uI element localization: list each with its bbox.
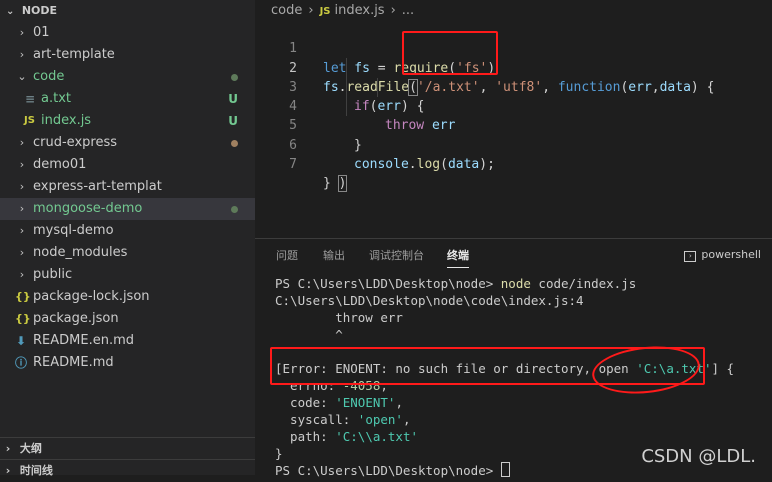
terminal-line: ^ <box>275 327 343 342</box>
timeline-label: 时间线 <box>19 464 53 477</box>
tree-item-code[interactable]: ⌄ code <box>0 66 255 88</box>
timeline-section-header[interactable]: › 时间线 <box>0 459 255 482</box>
terminal-line: path: 'C:\\a.txt' <box>275 429 419 444</box>
chevron-down-icon: ⌄ <box>17 70 27 83</box>
breadcrumb-separator: › <box>390 3 396 18</box>
tree-item-label: art-template <box>33 47 115 62</box>
breadcrumb-symbol[interactable]: ... <box>402 3 414 18</box>
tree-item-label: mysql-demo <box>33 223 114 238</box>
tab-output[interactable]: 输出 <box>323 247 345 263</box>
line-number: 7 <box>289 157 297 173</box>
chevron-right-icon: › <box>19 26 25 39</box>
chevron-down-icon: ⌄ <box>6 6 15 17</box>
code-line: 1 let fs = require('fs') <box>255 20 772 75</box>
text-file-icon: ≡ <box>25 92 36 106</box>
tree-item-label: node_modules <box>33 245 128 260</box>
chevron-right-icon: › <box>5 464 11 477</box>
outline-label: 大纲 <box>19 442 42 455</box>
modified-dot-icon <box>231 74 238 81</box>
json-file-icon: {} <box>15 290 31 303</box>
chevron-right-icon: › <box>19 136 25 149</box>
code-text: } ) <box>323 175 348 193</box>
json-file-icon: {} <box>15 312 31 325</box>
markdown-file-icon: ⬇ <box>16 334 27 348</box>
code-area[interactable]: 1 let fs = require('fs') 2 fs.readFile('… <box>255 20 772 193</box>
tree-item-label: index.js <box>41 113 92 128</box>
tree-item-demo01[interactable]: › demo01 <box>0 154 255 176</box>
tree-item-mysql-demo[interactable]: › mysql-demo <box>0 220 255 242</box>
tab-problems[interactable]: 问题 <box>276 247 298 263</box>
panel-tabs: 问题 输出 调试控制台 终端 › powershell <box>255 239 772 273</box>
code-line: 3 if(err) { <box>255 59 772 114</box>
tree-item-label: README.en.md <box>33 333 134 348</box>
git-untracked-badge: U <box>228 114 238 128</box>
git-untracked-badge: U <box>228 92 238 106</box>
tree-item-label: package.json <box>33 311 119 326</box>
terminal-line: code: 'ENOENT', <box>275 395 403 410</box>
chevron-right-icon: › <box>19 246 25 259</box>
explorer-sidebar: ⌄ NODE › 01 › art-template ⌄ code ≡ a.tx… <box>0 0 255 477</box>
chevron-right-icon: › <box>19 224 25 237</box>
explorer-header[interactable]: ⌄ NODE <box>0 0 255 22</box>
tab-debug-console[interactable]: 调试控制台 <box>369 247 424 263</box>
chevron-right-icon: › <box>19 202 25 215</box>
modified-dot-icon <box>231 140 238 147</box>
tree-item-label: README.md <box>33 355 114 370</box>
terminal-icon: › <box>684 251 697 262</box>
tree-item-label: a.txt <box>41 91 71 106</box>
bottom-panel: 问题 输出 调试控制台 终端 › powershell PS C:\Users\L… <box>255 238 772 478</box>
tree-item-label: demo01 <box>33 157 87 172</box>
tree-item-node-modules[interactable]: › node_modules <box>0 242 255 264</box>
tree-item-crud-express[interactable]: › crud-express <box>0 132 255 154</box>
info-file-icon: ⓘ <box>15 356 28 370</box>
terminal-line: syscall: 'open', <box>275 412 411 427</box>
tab-terminal[interactable]: 终端 <box>447 247 469 268</box>
tree-item-readme-md[interactable]: ⓘ README.md <box>0 352 255 374</box>
code-line: 4 throw err <box>255 78 772 133</box>
tree-item-index-js[interactable]: JS index.js U <box>0 110 255 132</box>
terminal-shell-selector[interactable]: › powershell <box>684 248 761 262</box>
modified-dot-icon <box>231 206 238 213</box>
breadcrumb-separator: › <box>308 3 314 18</box>
tree-item-01[interactable]: › 01 <box>0 22 255 44</box>
tree-item-label: mongoose-demo <box>33 201 143 216</box>
watermark: CSDN @LDL. <box>641 446 756 467</box>
chevron-right-icon: › <box>19 158 25 171</box>
code-line: 6 console.log(data); <box>255 116 772 172</box>
annotation-highlight-box <box>402 31 498 75</box>
tree-item-readme-en-md[interactable]: ⬇ README.en.md <box>0 330 255 352</box>
tree-item-express-art-templat[interactable]: › express-art-templat <box>0 176 255 198</box>
tree-item-label: crud-express <box>33 135 117 150</box>
tree-item-public[interactable]: › public <box>0 264 255 286</box>
chevron-right-icon: › <box>19 180 25 193</box>
explorer-title: NODE <box>21 4 58 17</box>
tree-item-label: 01 <box>33 25 50 40</box>
breadcrumb-file[interactable]: index.js <box>335 3 385 18</box>
tree-item-package-lock-json[interactable]: {} package-lock.json <box>0 286 255 308</box>
terminal-line: C:\Users\LDD\Desktop\node\code\index.js:… <box>275 293 584 308</box>
code-line: 5 } <box>255 97 772 152</box>
code-text: console.log(data); <box>354 157 495 173</box>
outline-section-header[interactable]: › 大纲 <box>0 437 255 460</box>
shell-label: powershell <box>701 248 761 261</box>
breadcrumb-folder[interactable]: code <box>271 3 302 18</box>
tree-item-label: public <box>33 267 73 282</box>
chevron-right-icon: › <box>19 48 25 61</box>
chevron-right-icon: › <box>19 268 25 281</box>
terminal-line: throw err <box>275 310 403 325</box>
chevron-right-icon: › <box>5 442 11 455</box>
terminal-line: PS C:\Users\LDD\Desktop\node> node code/… <box>275 276 637 291</box>
js-file-icon: JS <box>24 115 35 126</box>
tree-item-label: express-art-templat <box>33 179 162 194</box>
tree-item-a-txt[interactable]: ≡ a.txt U <box>0 88 255 110</box>
tree-item-label: package-lock.json <box>33 289 150 304</box>
code-line: 2 fs.readFile('/a.txt', 'utf8', function… <box>255 39 772 96</box>
tree-item-package-json[interactable]: {} package.json <box>0 308 255 330</box>
tree-item-mongoose-demo[interactable]: › mongoose-demo <box>0 198 255 220</box>
tree-item-label: code <box>33 69 65 84</box>
tree-item-art-template[interactable]: › art-template <box>0 44 255 66</box>
breadcrumb: code › JS index.js ›... <box>255 0 772 22</box>
code-line: 7 } ) <box>255 136 772 193</box>
js-file-icon: JS <box>319 6 331 17</box>
